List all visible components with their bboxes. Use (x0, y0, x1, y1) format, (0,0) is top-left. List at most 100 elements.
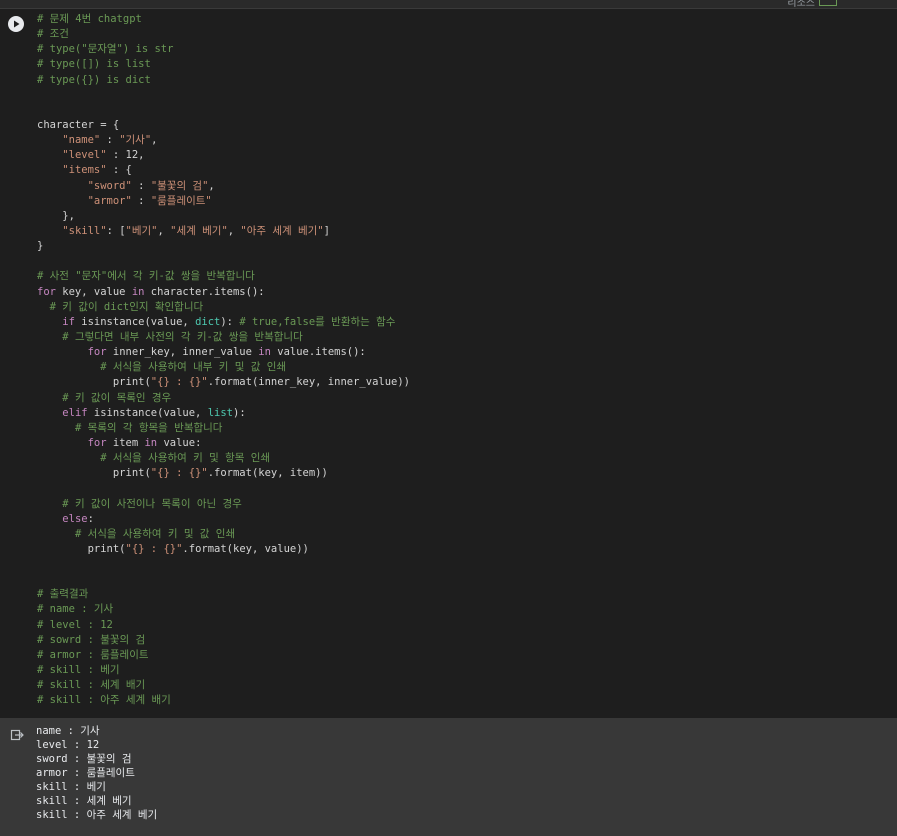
code-token: "skill" (62, 224, 107, 237)
output-line: level : 12 (36, 739, 100, 751)
code-token: # type({}) is dict (37, 73, 151, 86)
code-token: # 문제 4번 chatgpt (37, 13, 142, 25)
code-token: , (157, 224, 171, 237)
code-line: # 목록의 각 항목을 반복합니다 (37, 421, 410, 436)
code-token: "{} : {}" (125, 542, 183, 555)
play-icon (14, 20, 20, 28)
code-token: }, (37, 209, 75, 222)
code-token: "세계 베기" (170, 224, 228, 237)
code-line: "items" : { (37, 163, 410, 178)
code-token: : (100, 134, 120, 147)
output-arrow-icon[interactable] (10, 728, 24, 742)
code-token: "불꽃의 검" (150, 179, 209, 192)
code-token: ): (233, 406, 246, 419)
code-token: elif (62, 406, 88, 419)
code-token: "level" (62, 149, 107, 162)
code-token: print( (37, 542, 126, 555)
code-line: if isinstance(value, dict): # true,false… (37, 315, 410, 330)
resource-meter[interactable] (819, 0, 837, 6)
code-token: "베기" (125, 224, 158, 237)
output-text: name : 기사 level : 12 sword : 불꽃의 검 armor : … (36, 724, 157, 822)
code-token: .format(key, value)) (182, 542, 309, 555)
code-token: print( (37, 376, 151, 389)
code-token: value.items(): (270, 346, 366, 359)
code-token: in (144, 436, 158, 449)
code-token: # skill : 아주 세계 배기 (37, 694, 171, 707)
code-line: # skill : 세계 배기 (37, 678, 410, 693)
code-token: for (87, 436, 107, 449)
code-line: # 그렇다면 내부 사전의 각 키-값 쌍을 반복합니다 (37, 330, 410, 345)
code-token: # type([]) is list (37, 58, 151, 71)
code-token: : (87, 512, 94, 525)
code-token: # 그렇다면 내부 사전의 각 키-값 쌍을 반복합니다 (62, 330, 303, 343)
code-line: # name : 기사 (37, 602, 410, 617)
code-token: in (258, 346, 271, 359)
code-token: : (131, 194, 151, 207)
code-token: # skill : 베기 (37, 664, 120, 677)
code-token: # 키 값이 dict인지 확인합니다 (49, 300, 204, 313)
output-line: sword : 불꽃의 검 (36, 753, 132, 765)
code-token: # 조건 (37, 28, 69, 41)
code-token: # 키 값이 사전이나 목록이 아닌 경우 (62, 497, 242, 510)
code-line: # 출력결과 (37, 587, 410, 602)
code-token: # name : 기사 (37, 603, 114, 616)
code-line: "level" : 12, (37, 148, 410, 163)
cell-output: name : 기사 level : 12 sword : 불꽃의 검 armor : … (0, 718, 897, 836)
code-line: "skill": ["베기", "세계 베기", "아주 세계 베기"] (37, 224, 410, 239)
code-token: # 사전 "문자"에서 각 키-값 쌍을 반복합니다 (37, 270, 255, 283)
code-token: for (87, 346, 107, 359)
code-token: list (207, 406, 233, 419)
output-line: skill : 베기 (36, 781, 106, 793)
code-token: for (37, 285, 56, 298)
code-token: in (131, 285, 145, 298)
code-line: else: (37, 512, 410, 527)
code-line: print("{} : {}".format(key, item)) (37, 466, 410, 481)
code-token: item (106, 436, 145, 449)
code-line: } (37, 239, 410, 254)
code-token: # 목록의 각 항목을 반복합니다 (74, 421, 223, 434)
code-editor[interactable]: # 문제 4번 chatgpt # 조건 # type("문자열") is str #… (37, 12, 410, 708)
code-line: # 문제 4번 chatgpt (37, 12, 410, 27)
code-token: isinstance(value, (74, 315, 196, 328)
code-token: : { (106, 164, 132, 177)
run-cell-button[interactable] (8, 16, 24, 32)
code-token: "아주 세계 베기" (240, 224, 324, 237)
code-token: : (131, 179, 151, 192)
code-line: # type("문자열") is str (37, 42, 410, 57)
output-line: name : 기사 (36, 725, 100, 737)
code-token: .format(key, item)) (207, 467, 328, 480)
code-line: for item in value: (37, 436, 410, 451)
code-token: character.items(): (144, 285, 265, 298)
code-cell[interactable]: # 문제 4번 chatgpt # 조건 # type("문자열") is str #… (0, 9, 897, 717)
code-token: # sowrd : 불꽃의 검 (37, 633, 146, 646)
code-line: # type({}) is dict (37, 73, 410, 88)
code-token: } (37, 240, 44, 253)
code-token: "{} : {}" (150, 376, 208, 389)
code-token: # armor : 룸플레이트 (37, 648, 149, 661)
output-line: armor : 룸플레이트 (36, 767, 135, 779)
code-line: # 키 값이 사전이나 목록이 아닌 경우 (37, 497, 410, 512)
code-token: value: (157, 436, 202, 449)
resources-label[interactable]: 리소스 (787, 0, 815, 9)
code-token: "{} : {}" (150, 467, 208, 480)
code-token: isinstance(value, (87, 406, 208, 419)
code-token: ): (220, 315, 240, 328)
